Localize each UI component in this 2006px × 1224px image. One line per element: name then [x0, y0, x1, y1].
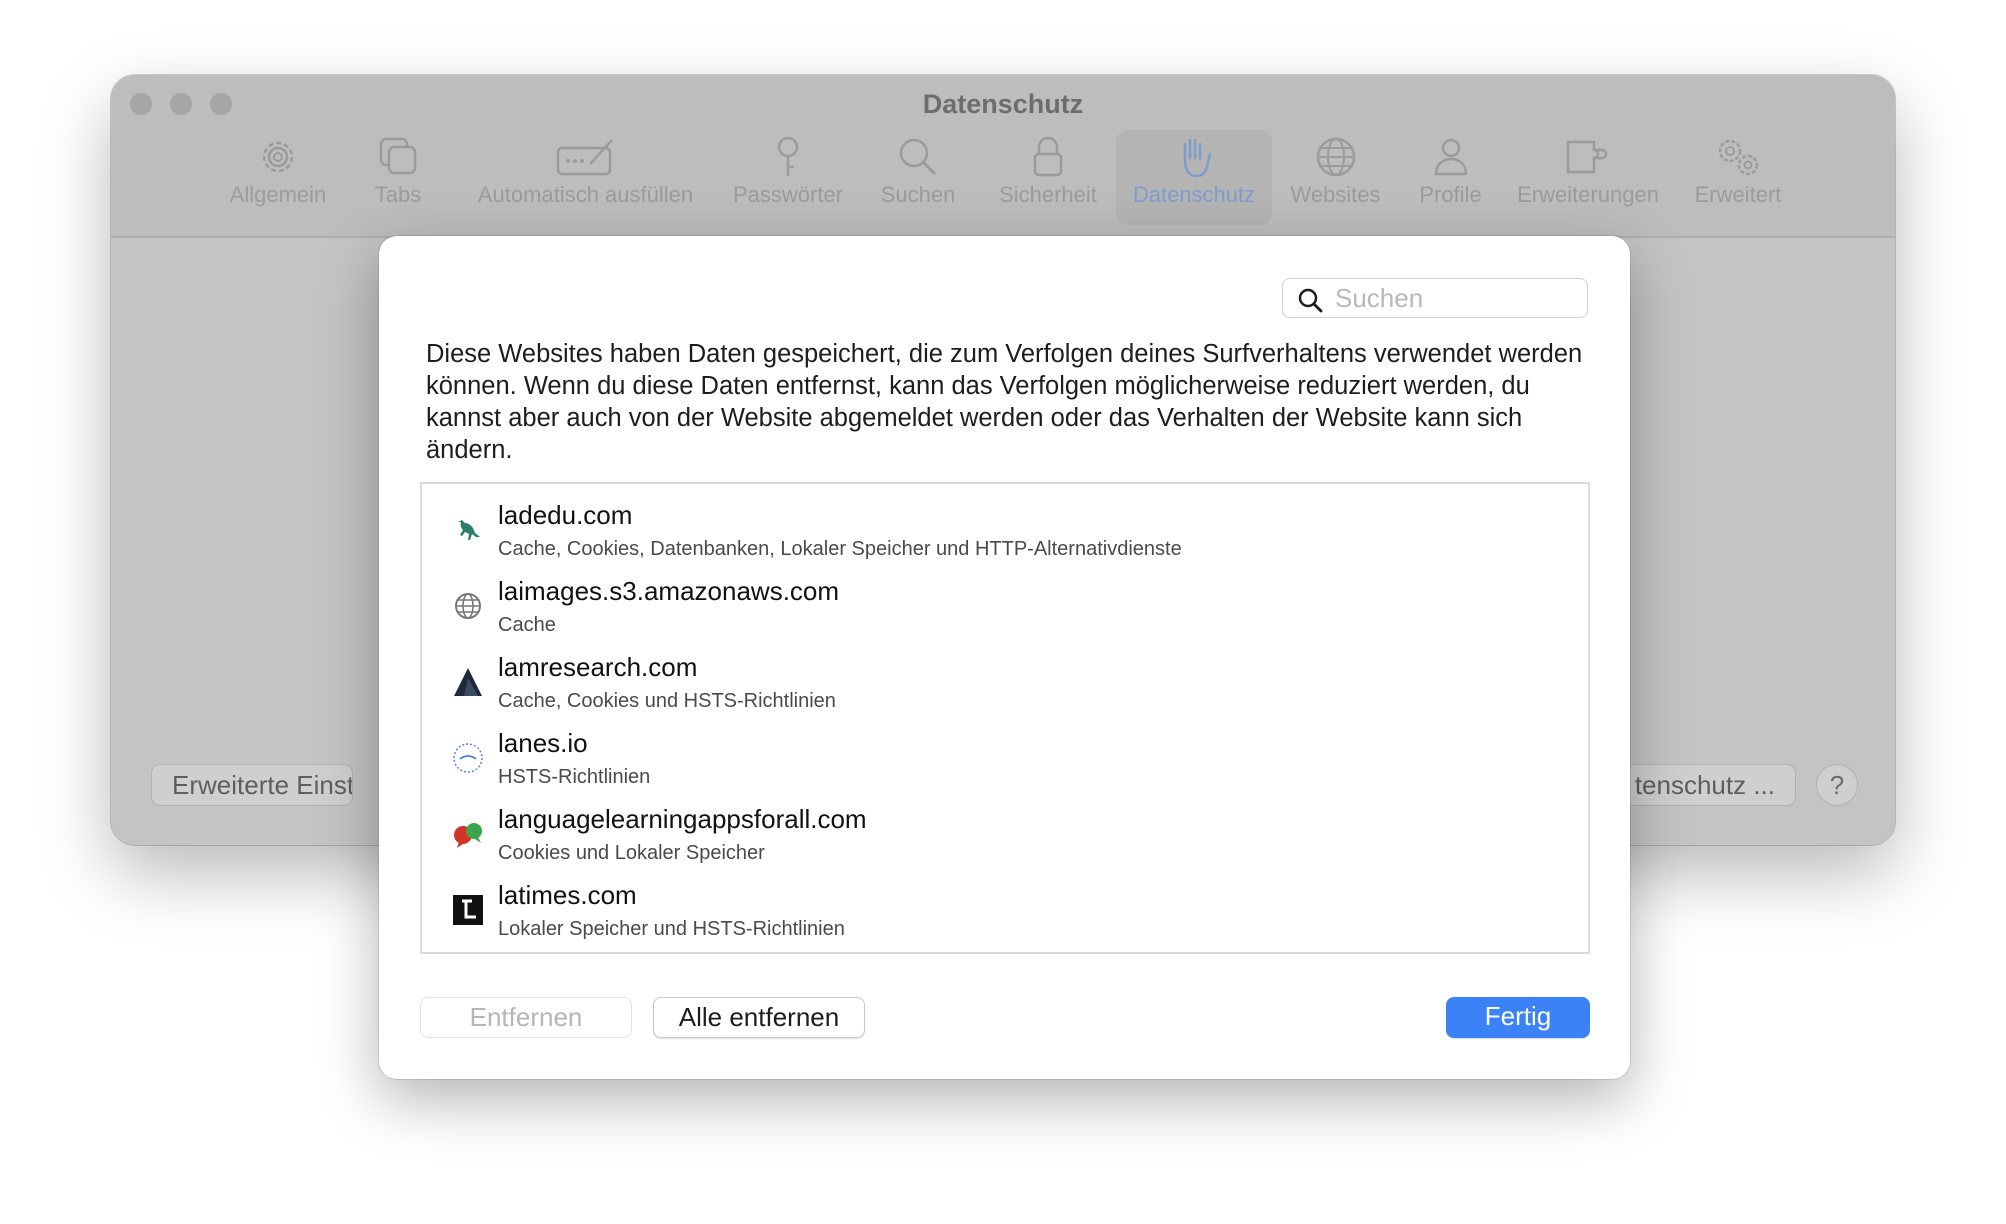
kangaroo-icon — [458, 520, 480, 540]
tab-erweitert[interactable]: Erweitert — [1683, 130, 1793, 225]
site-domain: ladedu.com — [498, 500, 633, 530]
manage-privacy-button[interactable]: tenschutz ... — [1619, 764, 1796, 806]
website-data-sheet: Diese Websites haben Daten gespeichert, … — [379, 236, 1630, 1079]
latimes-logo-icon — [453, 895, 483, 925]
search-field[interactable] — [1282, 278, 1588, 318]
tab-erweiterungen[interactable]: Erweiterungen — [1508, 130, 1668, 225]
lanes-logo-icon — [453, 743, 483, 773]
site-domain: lanes.io — [498, 728, 588, 758]
tab-label: Erweitert — [1694, 182, 1782, 207]
tab-tabs[interactable]: Tabs — [358, 130, 438, 225]
tab-label: Sicherheit — [999, 182, 1097, 207]
lock-icon — [1033, 136, 1063, 177]
tab-passwoerter[interactable]: Passwörter — [728, 130, 848, 225]
search-input[interactable] — [1335, 281, 1575, 315]
tab-label: Tabs — [374, 182, 422, 207]
titlebar: Datenschutz Allgemein Tabs Automatisch a… — [111, 75, 1895, 238]
list-item[interactable]: latimes.com Lokaler Speicher und HSTS-Ri… — [422, 864, 1588, 940]
tab-label: Websites — [1290, 182, 1381, 207]
site-domain: latimes.com — [498, 880, 637, 910]
window-title: Datenschutz — [922, 89, 1084, 119]
site-domain: lamresearch.com — [498, 652, 698, 682]
tab-label: Profile — [1419, 182, 1482, 207]
tab-sicherheit[interactable]: Sicherheit — [988, 130, 1108, 225]
globe-icon — [455, 593, 481, 619]
list-item[interactable]: lanes.io HSTS-Richtlinien — [422, 712, 1588, 788]
site-data-types: Lokaler Speicher und HSTS-Richtlinien — [498, 918, 845, 940]
puzzle-icon — [1566, 140, 1608, 174]
tab-label: Suchen — [880, 182, 956, 207]
list-item[interactable]: lamresearch.com Cache, Cookies und HSTS-… — [422, 636, 1588, 712]
lam-logo-icon — [454, 668, 482, 696]
tab-label: Erweiterungen — [1517, 182, 1659, 207]
remove-button[interactable]: Entfernen — [420, 997, 632, 1038]
site-data-types: Cookies und Lokaler Speicher — [498, 842, 765, 864]
help-button[interactable]: ? — [1816, 764, 1858, 806]
list-item[interactable]: ladedu.com Cache, Cookies, Datenbanken, … — [422, 484, 1588, 560]
website-list[interactable]: ladedu.com Cache, Cookies, Datenbanken, … — [420, 482, 1590, 954]
key-icon — [777, 136, 799, 176]
speech-bubbles-icon — [454, 823, 482, 848]
tab-websites[interactable]: Websites — [1278, 130, 1393, 225]
gear-icon — [262, 141, 294, 173]
tab-label: Automatisch ausfüllen — [477, 182, 694, 207]
tab-datenschutz[interactable]: Datenschutz — [1116, 130, 1272, 225]
tab-autofill[interactable]: Automatisch ausfüllen — [468, 130, 703, 225]
advanced-settings-button[interactable]: Erweiterte Einste — [151, 764, 353, 806]
site-domain: languagelearningappsforall.com — [498, 804, 867, 834]
tab-profile[interactable]: Profile — [1408, 130, 1493, 225]
tab-label: Allgemein — [229, 182, 327, 207]
remove-all-button[interactable]: Alle entfernen — [653, 997, 865, 1038]
hand-icon — [1183, 138, 1212, 178]
description-text: Diese Websites haben Daten gespeichert, … — [426, 340, 1583, 464]
gears-icon — [1718, 139, 1759, 176]
site-data-types: Cache, Cookies, Datenbanken, Lokaler Spe… — [498, 538, 1182, 560]
search-icon — [1298, 288, 1323, 313]
list-item[interactable]: laimages.s3.amazonaws.com Cache — [422, 560, 1588, 636]
list-item[interactable]: languagelearningappsforall.com Cookies u… — [422, 788, 1588, 864]
site-domain: laimages.s3.amazonaws.com — [498, 576, 840, 606]
globe-icon — [1316, 137, 1355, 177]
site-data-types: HSTS-Richtlinien — [498, 766, 651, 788]
site-data-types: Cache — [498, 614, 556, 636]
tab-allgemein[interactable]: Allgemein — [218, 130, 338, 225]
tabs-icon — [379, 137, 417, 175]
tab-label: Datenschutz — [1132, 182, 1256, 207]
autofill-icon — [556, 139, 613, 176]
site-data-types: Cache, Cookies und HSTS-Richtlinien — [498, 690, 836, 712]
person-icon — [1434, 138, 1467, 176]
search-icon — [899, 138, 937, 176]
done-button[interactable]: Fertig — [1446, 997, 1590, 1038]
tab-suchen[interactable]: Suchen — [868, 130, 968, 225]
tab-label: Passwörter — [732, 182, 844, 207]
